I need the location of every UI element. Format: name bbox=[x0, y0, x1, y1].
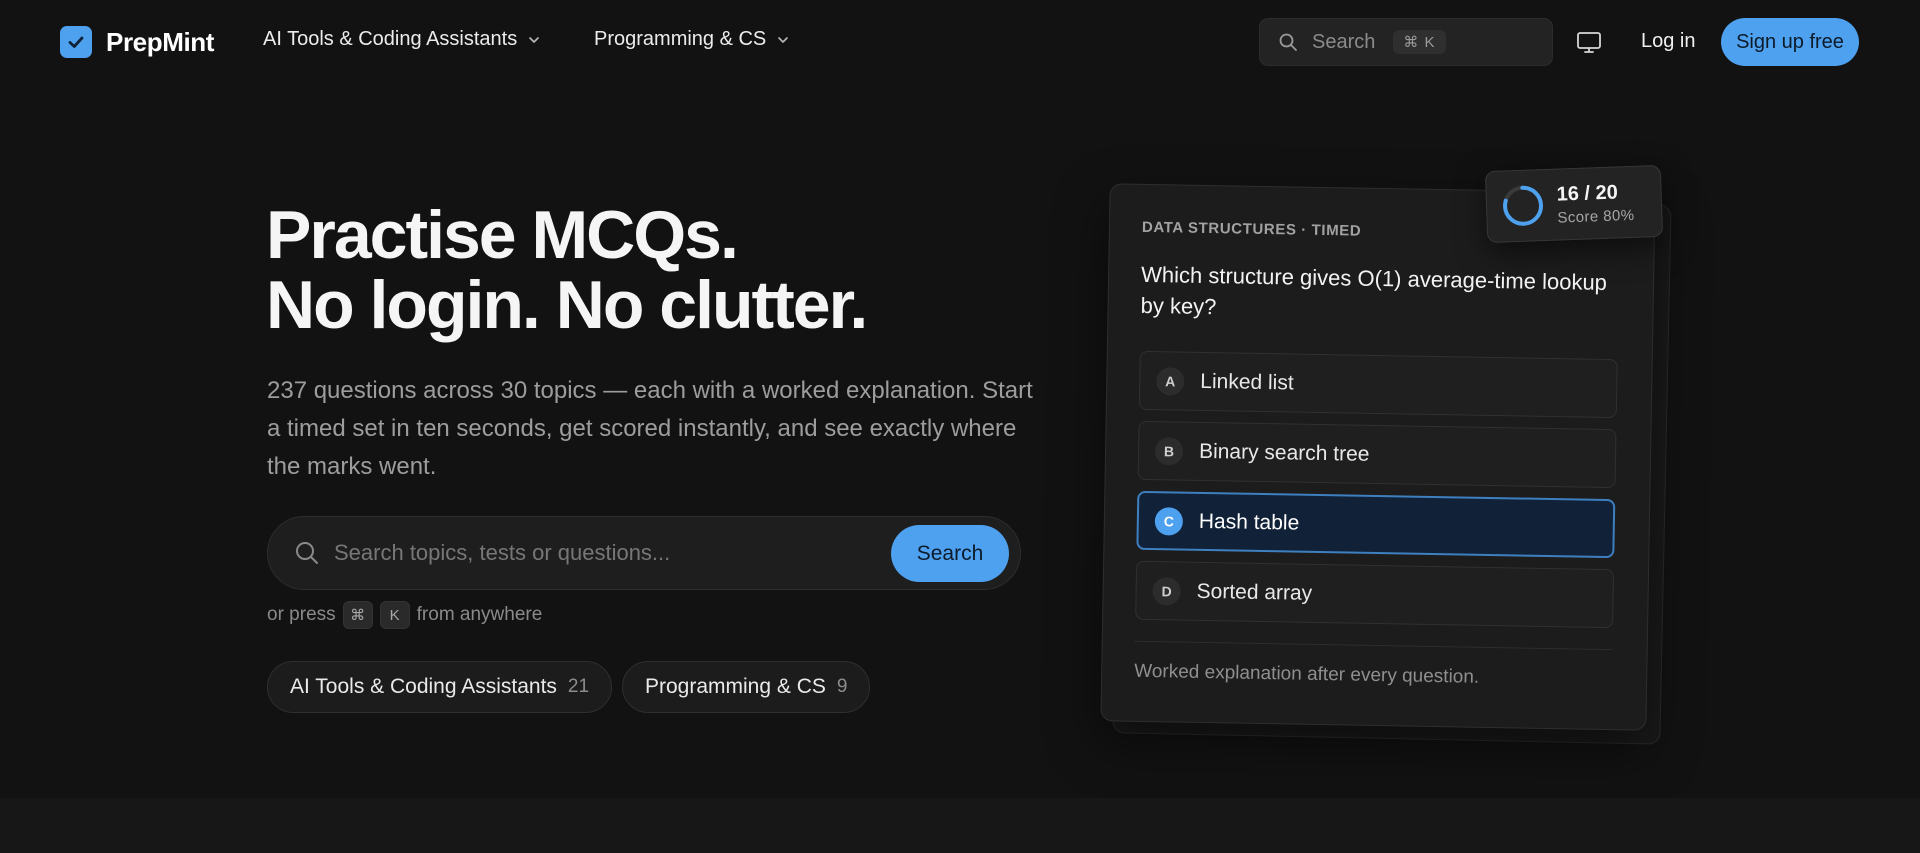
quiz-preview-card: DATA STRUCTURES · TIMED Which structure … bbox=[1100, 183, 1656, 731]
top-navigation-bar: PrepMint AI Tools & Coding Assistants Pr… bbox=[0, 0, 1920, 84]
nav-programming-label: Programming & CS bbox=[594, 28, 767, 50]
topic-chip-count: 9 bbox=[836, 676, 848, 697]
hero-title-line2: No login. No clutter. bbox=[266, 267, 868, 343]
keyboard-hint: or press ⌘ K from anywhere bbox=[267, 601, 542, 629]
option-text: Binary search tree bbox=[1198, 439, 1370, 466]
score-percent: Score 80% bbox=[1557, 206, 1635, 227]
chevron-down-icon bbox=[778, 36, 789, 43]
hero-title: Practise MCQs. No login. No clutter. bbox=[266, 197, 868, 343]
topic-chip-programming[interactable]: Programming & CS 9 bbox=[622, 661, 871, 713]
hero-search-button[interactable]: Search bbox=[891, 525, 1009, 582]
topic-chip-label: Programming & CS bbox=[645, 675, 826, 698]
k-key: K bbox=[379, 601, 410, 629]
option-letter: D bbox=[1152, 576, 1181, 606]
card-divider bbox=[1134, 640, 1613, 651]
nav-ai-tools-label: AI Tools & Coding Assistants bbox=[263, 28, 518, 50]
option-letter: B bbox=[1154, 436, 1184, 466]
next-section-band bbox=[0, 798, 1920, 853]
answer-option-c[interactable]: C Hash table bbox=[1136, 490, 1616, 559]
score-badge: 16 / 20 Score 80% bbox=[1484, 164, 1664, 244]
answer-option-a[interactable]: A Linked list bbox=[1138, 350, 1618, 419]
keyboard-hint-prefix: or press bbox=[267, 604, 336, 625]
monitor-icon[interactable] bbox=[1575, 28, 1603, 56]
option-text: Sorted array bbox=[1196, 579, 1313, 605]
answer-option-d[interactable]: D Sorted array bbox=[1135, 560, 1615, 629]
topic-chip-label: AI Tools & Coding Assistants bbox=[290, 675, 557, 698]
keyboard-shortcut-badge: ⌘ K bbox=[1393, 30, 1446, 54]
topic-chip-ai-tools[interactable]: AI Tools & Coding Assistants 21 bbox=[267, 661, 613, 713]
header-search-placeholder: Search bbox=[1312, 30, 1376, 53]
signup-button[interactable]: Sign up free bbox=[1721, 18, 1859, 66]
score-ring-icon bbox=[1503, 185, 1544, 226]
score-text: 16 / 20 Score 80% bbox=[1556, 180, 1634, 226]
command-key: ⌘ bbox=[342, 601, 373, 629]
option-text: Hash table bbox=[1198, 509, 1300, 535]
keyboard-hint-suffix: from anywhere bbox=[416, 604, 543, 625]
brand-logo-link[interactable]: PrepMint bbox=[60, 26, 214, 58]
card-footer-note: Worked explanation after every question. bbox=[1134, 660, 1480, 688]
topic-chip-count: 21 bbox=[567, 676, 590, 697]
search-icon bbox=[296, 542, 318, 564]
quiz-question: Which structure gives O(1) average-time … bbox=[1140, 261, 1608, 320]
answer-option-b[interactable]: B Binary search tree bbox=[1137, 420, 1617, 489]
checkbox-logo-icon bbox=[60, 26, 92, 58]
hero-title-line1: Practise MCQs. bbox=[266, 197, 739, 273]
login-link[interactable]: Log in bbox=[1641, 30, 1696, 53]
option-letter: A bbox=[1156, 366, 1185, 396]
option-letter: C bbox=[1154, 506, 1184, 536]
header-search-input[interactable]: Search ⌘ K bbox=[1259, 18, 1553, 66]
hero-subtitle: 237 questions across 30 topics — each wi… bbox=[267, 377, 1033, 480]
score-value: 16 / 20 bbox=[1556, 180, 1619, 206]
nav-ai-tools-dropdown[interactable]: AI Tools & Coding Assistants bbox=[263, 28, 541, 51]
brand-name: PrepMint bbox=[106, 26, 215, 57]
quiz-meta: DATA STRUCTURES · TIMED bbox=[1141, 218, 1362, 240]
hero-search-bar: Search topics, tests or questions... Sea… bbox=[267, 516, 1021, 590]
option-text: Linked list bbox=[1200, 369, 1294, 395]
search-icon bbox=[1279, 33, 1297, 51]
nav-programming-dropdown[interactable]: Programming & CS bbox=[594, 28, 790, 51]
chevron-down-icon bbox=[529, 36, 540, 43]
